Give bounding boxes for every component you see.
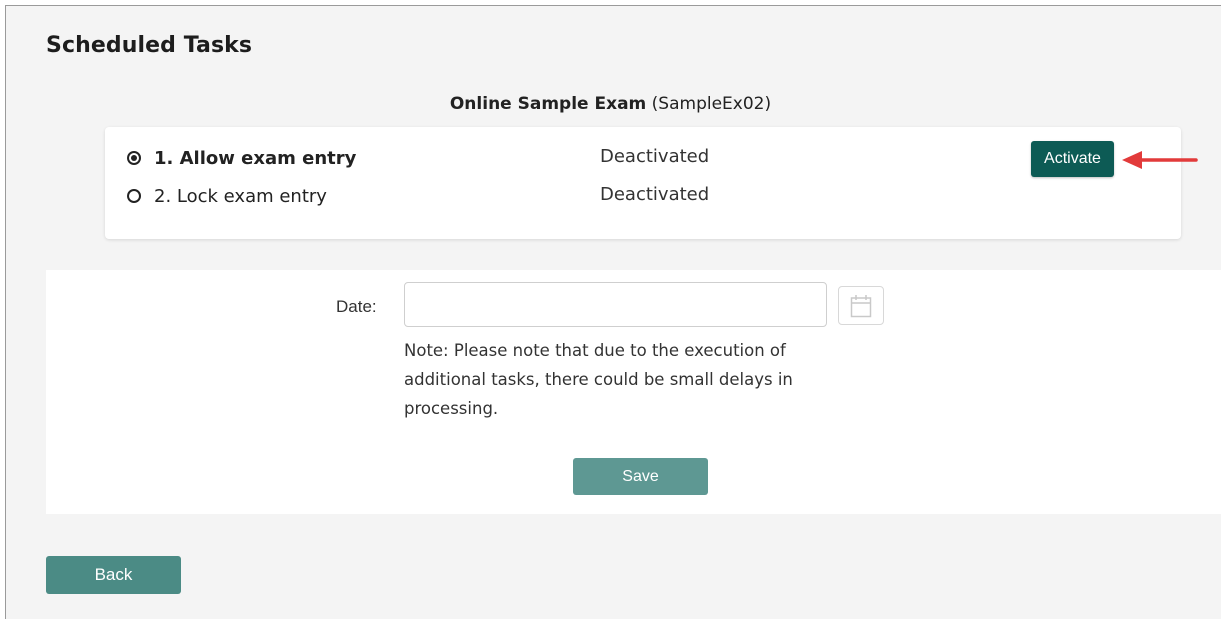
calendar-button[interactable] bbox=[838, 286, 884, 325]
red-arrow-icon bbox=[1122, 151, 1198, 169]
save-button[interactable]: Save bbox=[573, 458, 708, 495]
activate-button[interactable]: Activate bbox=[1031, 141, 1114, 177]
exam-heading: Online Sample Exam (SampleEx02) bbox=[0, 94, 1221, 114]
radio-unchecked-icon[interactable] bbox=[127, 189, 141, 203]
page-title: Scheduled Tasks bbox=[46, 33, 253, 58]
task-card: 1. Allow exam entry Deactivated 2. Lock … bbox=[105, 127, 1181, 239]
schedule-panel: Date: Note: Please note that due to the … bbox=[46, 270, 1221, 514]
calendar-icon bbox=[850, 294, 872, 317]
task-label: 1. Allow exam entry bbox=[154, 147, 357, 169]
exam-code: (SampleEx02) bbox=[651, 94, 772, 114]
task-status: Deactivated bbox=[600, 146, 710, 167]
date-input[interactable] bbox=[404, 282, 827, 327]
task-label: 2. Lock exam entry bbox=[154, 185, 327, 207]
date-label: Date: bbox=[336, 297, 377, 316]
task-option-lock-entry[interactable]: 2. Lock exam entry bbox=[127, 184, 327, 208]
task-option-allow-entry[interactable]: 1. Allow exam entry bbox=[127, 146, 356, 170]
radio-checked-icon[interactable] bbox=[127, 151, 141, 165]
task-status: Deactivated bbox=[600, 184, 710, 205]
exam-name: Online Sample Exam bbox=[449, 94, 647, 114]
back-button[interactable]: Back bbox=[46, 556, 181, 594]
processing-note: Note: Please note that due to the execut… bbox=[404, 341, 793, 418]
